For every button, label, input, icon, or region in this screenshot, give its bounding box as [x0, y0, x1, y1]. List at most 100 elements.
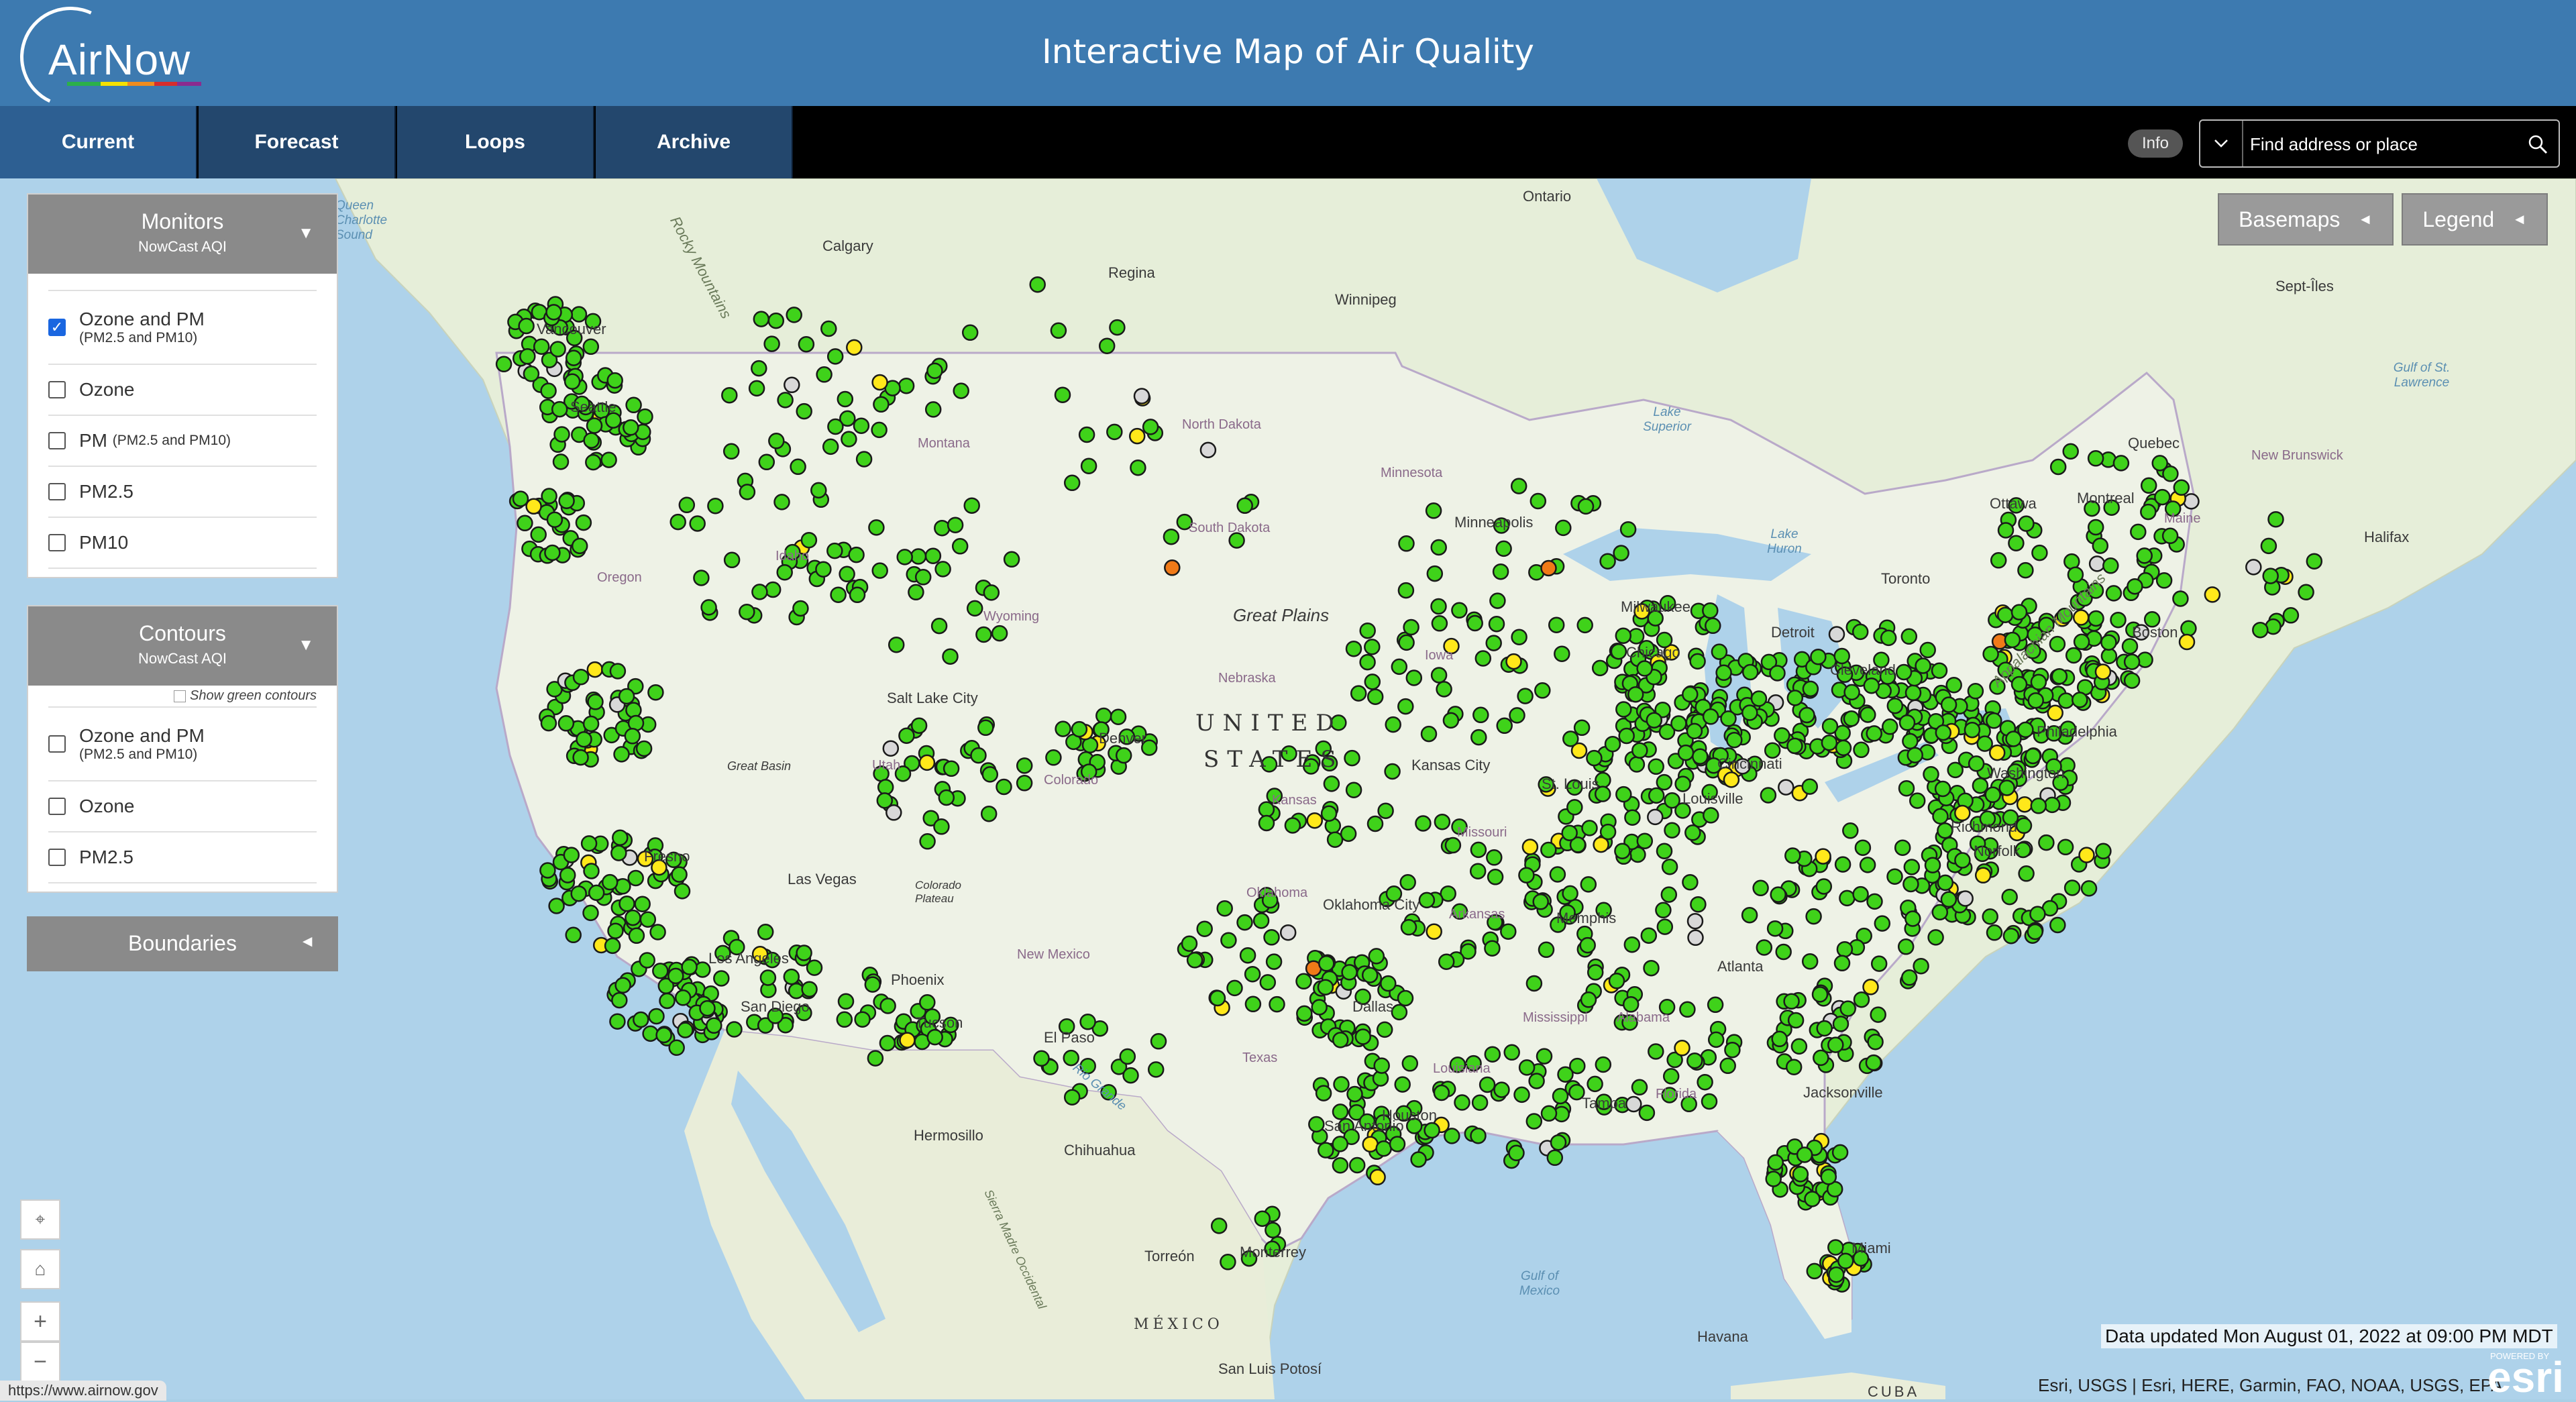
aqi-marker-good[interactable]: [721, 386, 738, 404]
aqi-marker-good[interactable]: [966, 600, 983, 617]
aqi-marker-good[interactable]: [975, 626, 992, 643]
aqi-marker-good[interactable]: [934, 561, 951, 578]
aqi-marker-good[interactable]: [908, 584, 924, 601]
aqi-marker-good[interactable]: [796, 402, 812, 420]
aqi-marker-good[interactable]: [763, 335, 780, 352]
aqi-marker-no-data[interactable]: [1957, 890, 1974, 907]
aqi-marker-good[interactable]: [951, 538, 969, 555]
aqi-marker-good[interactable]: [896, 549, 913, 565]
aqi-marker-good[interactable]: [1403, 618, 1419, 636]
aqi-marker-good[interactable]: [1843, 684, 1860, 701]
aqi-marker-good[interactable]: [1627, 686, 1644, 703]
aqi-marker-good[interactable]: [530, 526, 547, 543]
aqi-marker-good[interactable]: [624, 728, 641, 745]
map-canvas[interactable]: [0, 178, 2576, 1399]
aqi-marker-good[interactable]: [767, 312, 785, 329]
aqi-marker-good[interactable]: [963, 497, 980, 514]
legend-button[interactable]: Legend ◄: [2402, 193, 2548, 246]
aqi-marker-usg[interactable]: [1164, 559, 1181, 576]
aqi-marker-good[interactable]: [924, 401, 942, 418]
aqi-marker-good[interactable]: [1863, 677, 1880, 694]
aqi-marker-good[interactable]: [1474, 650, 1492, 667]
aqi-marker-good[interactable]: [991, 625, 1008, 642]
aqi-marker-good[interactable]: [980, 805, 998, 822]
aqi-marker-good[interactable]: [1622, 996, 1640, 1013]
aqi-marker-good[interactable]: [1333, 1076, 1350, 1093]
aqi-marker-good[interactable]: [947, 517, 964, 533]
aqi-marker-good[interactable]: [1831, 1144, 1849, 1161]
aqi-marker-good[interactable]: [627, 869, 644, 887]
aqi-marker-good[interactable]: [1496, 717, 1513, 735]
aqi-marker-good[interactable]: [1209, 989, 1226, 1007]
aqi-marker-good[interactable]: [667, 967, 684, 985]
aqi-marker-good[interactable]: [1471, 1094, 1489, 1111]
aqi-marker-good[interactable]: [2095, 843, 2112, 860]
aqi-marker-good[interactable]: [582, 715, 600, 733]
aqi-marker-good[interactable]: [634, 896, 651, 912]
aqi-marker-good[interactable]: [1110, 708, 1127, 725]
aqi-marker-good[interactable]: [2306, 553, 2323, 570]
aqi-marker-good[interactable]: [1619, 521, 1637, 538]
aqi-marker-good[interactable]: [565, 349, 582, 366]
aqi-marker-good[interactable]: [1484, 940, 1501, 957]
aqi-marker-good[interactable]: [827, 418, 844, 435]
aqi-marker-good[interactable]: [1677, 744, 1695, 761]
aqi-marker-good[interactable]: [540, 382, 557, 399]
aqi-marker-good[interactable]: [1557, 1066, 1574, 1083]
aqi-marker-good[interactable]: [1656, 843, 1673, 859]
aqi-marker-good[interactable]: [776, 563, 793, 581]
aqi-marker-good[interactable]: [1398, 634, 1415, 651]
aqi-marker-good[interactable]: [1130, 459, 1146, 476]
aqi-marker-good[interactable]: [1063, 474, 1081, 492]
aqi-marker-good[interactable]: [930, 617, 948, 635]
aqi-marker-good[interactable]: [1373, 1057, 1390, 1074]
aqi-marker-good[interactable]: [1311, 999, 1328, 1016]
aqi-marker-no-data[interactable]: [1687, 929, 1704, 947]
aqi-marker-good[interactable]: [1886, 868, 1903, 885]
aqi-marker-good[interactable]: [1752, 879, 1769, 897]
aqi-marker-good[interactable]: [1870, 955, 1888, 972]
aqi-marker-good[interactable]: [1259, 974, 1277, 991]
aqi-marker-good[interactable]: [933, 818, 950, 835]
aqi-marker-good[interactable]: [1538, 941, 1555, 959]
aqi-marker-good[interactable]: [1236, 914, 1253, 931]
aqi-marker-good[interactable]: [1741, 906, 1758, 924]
aqi-marker-good[interactable]: [1769, 665, 1786, 682]
aqi-marker-good[interactable]: [1624, 809, 1641, 826]
aqi-marker-good[interactable]: [1903, 859, 1921, 875]
aqi-marker-good[interactable]: [2017, 561, 2034, 579]
aqi-marker-good[interactable]: [764, 581, 782, 598]
aqi-marker-good[interactable]: [2038, 834, 2055, 851]
aqi-marker-good[interactable]: [1323, 775, 1340, 792]
aqi-marker-good[interactable]: [694, 961, 711, 978]
aqi-marker-good[interactable]: [1122, 1067, 1139, 1084]
aqi-marker-good[interactable]: [1548, 616, 1565, 633]
aqi-marker-good[interactable]: [655, 1026, 672, 1044]
aqi-marker-moderate[interactable]: [846, 339, 863, 356]
aqi-marker-good[interactable]: [1186, 952, 1203, 969]
aqi-marker-good[interactable]: [1806, 1262, 1823, 1280]
aqi-marker-good[interactable]: [674, 989, 692, 1006]
aqi-marker-good[interactable]: [726, 1021, 743, 1038]
aqi-marker-good[interactable]: [1591, 659, 1609, 677]
aqi-marker-good[interactable]: [1679, 1001, 1696, 1018]
aqi-marker-good[interactable]: [1451, 602, 1468, 619]
aqi-marker-good[interactable]: [1996, 606, 2014, 623]
aqi-marker-good[interactable]: [612, 829, 629, 846]
aqi-marker-good[interactable]: [1518, 867, 1535, 883]
aqi-marker-good[interactable]: [1843, 710, 1860, 727]
aqi-marker-good[interactable]: [1586, 749, 1603, 767]
aqi-marker-good[interactable]: [1897, 938, 1915, 955]
aqi-marker-good[interactable]: [1707, 1031, 1725, 1048]
aqi-marker-good[interactable]: [557, 715, 575, 732]
aqi-marker-good[interactable]: [1775, 943, 1792, 961]
aqi-marker-good[interactable]: [1860, 706, 1876, 723]
aqi-marker-good[interactable]: [1580, 991, 1597, 1008]
aqi-marker-good[interactable]: [2298, 584, 2314, 601]
aqi-marker-good[interactable]: [1834, 856, 1851, 873]
aqi-marker-good[interactable]: [1384, 763, 1401, 780]
checkbox-icon[interactable]: [48, 381, 66, 398]
aqi-marker-good[interactable]: [1931, 662, 1948, 679]
aqi-marker-good[interactable]: [739, 484, 756, 500]
aqi-marker-good[interactable]: [1163, 528, 1180, 545]
